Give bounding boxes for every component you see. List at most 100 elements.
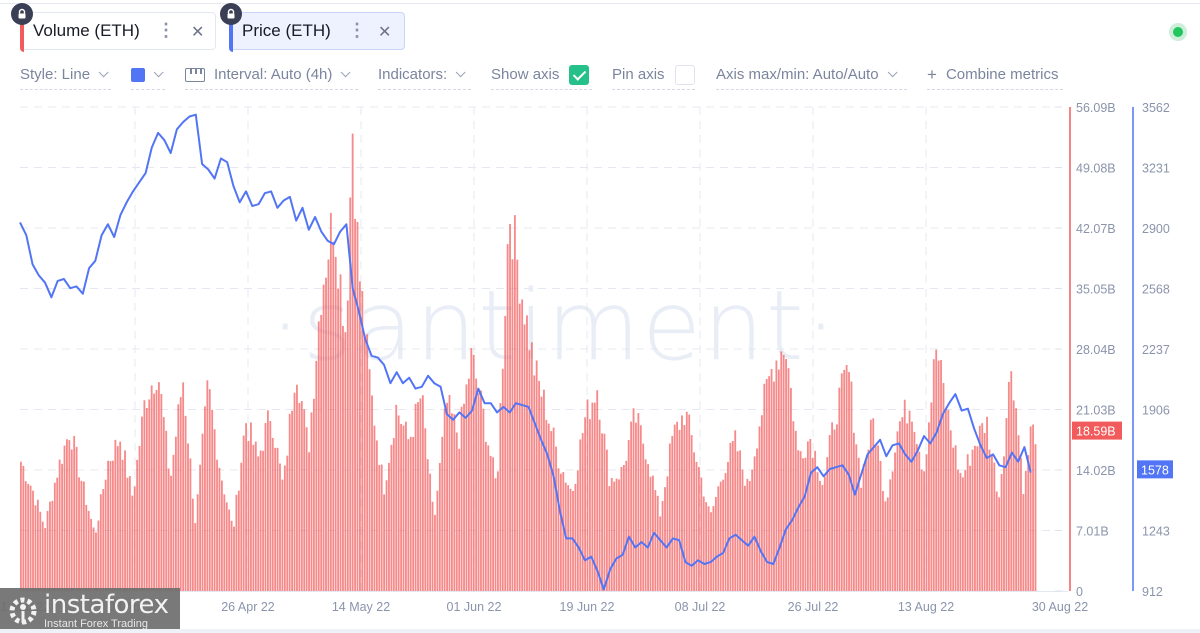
volume-bar — [734, 430, 737, 591]
volume-bar — [915, 444, 918, 591]
volume-bar — [235, 494, 238, 591]
volume-bar — [683, 425, 686, 591]
volume-bar — [947, 409, 950, 591]
volume-bar — [51, 500, 54, 591]
close-icon[interactable]: ✕ — [378, 22, 391, 42]
volume-bar — [911, 421, 913, 591]
color-picker-dropdown[interactable] — [131, 62, 165, 90]
volume-bar — [24, 481, 27, 591]
style-dropdown[interactable]: Style: Line — [20, 62, 111, 90]
volume-bar — [702, 496, 705, 591]
volume-bar — [639, 425, 642, 591]
show-axis-checkbox[interactable] — [569, 64, 590, 85]
volume-bar — [383, 494, 386, 591]
volume-bar — [426, 459, 429, 591]
volume-bar — [727, 462, 729, 591]
volume-tick-label: 0 — [1076, 585, 1083, 599]
volume-bar — [625, 460, 628, 591]
volume-bar — [448, 394, 451, 591]
volume-bar — [736, 451, 739, 591]
volume-bar — [44, 528, 47, 591]
interval-dropdown[interactable]: Interval: Auto (4h) — [185, 62, 358, 90]
volume-bar — [211, 409, 214, 591]
volume-bar — [196, 494, 199, 591]
volume-bar — [836, 424, 838, 591]
x-tick-label: 01 Jun 22 — [447, 600, 502, 614]
volume-bar — [167, 468, 170, 591]
volume-bar — [654, 490, 657, 591]
volume-bar — [177, 404, 180, 591]
volume-bar — [681, 415, 683, 591]
volume-bar — [530, 342, 533, 591]
pin-axis-checkbox[interactable] — [674, 64, 695, 85]
volume-bar — [85, 504, 88, 591]
volume-bar — [179, 397, 182, 591]
volume-bar — [172, 454, 175, 591]
volume-bar — [296, 384, 298, 591]
volume-bar — [879, 460, 882, 591]
volume-bar — [559, 473, 562, 591]
metric-chip-volume[interactable]: Volume (ETH) ⋮ ✕ — [20, 12, 216, 52]
volume-bar — [668, 443, 671, 591]
volume-bar — [620, 467, 623, 591]
bottom-strip — [0, 629, 1200, 633]
volume-bar — [923, 471, 926, 591]
volume-bar — [618, 479, 620, 591]
volume-bar — [605, 449, 608, 591]
volume-bar — [535, 360, 538, 591]
volume-bar — [155, 390, 158, 591]
volume-bar — [492, 457, 494, 591]
combine-metrics-button[interactable]: + Combine metrics — [927, 62, 1063, 90]
volume-bar — [291, 410, 294, 591]
volume-bar — [598, 419, 601, 591]
axis-minmax-dropdown[interactable]: Axis max/min: Auto/Auto — [716, 62, 907, 90]
x-tick-label: 08 Jul 22 — [675, 600, 726, 614]
metric-chip-price[interactable]: Price (ETH) ⋮ ✕ — [229, 12, 405, 52]
volume-bar — [673, 424, 676, 591]
volume-bar — [986, 416, 988, 591]
volume-bar — [903, 399, 906, 591]
volume-bar — [882, 491, 884, 591]
volume-bar — [632, 408, 635, 591]
volume-bar — [797, 450, 800, 591]
volume-bar — [402, 425, 405, 591]
indicators-dropdown[interactable]: Indicators: — [378, 62, 471, 90]
volume-bar — [908, 410, 911, 591]
volume-bar — [862, 464, 865, 591]
volume-bar — [644, 459, 647, 591]
volume-bar — [70, 449, 73, 591]
volume-bar — [930, 402, 933, 591]
volume-bar — [373, 425, 376, 591]
volume-bar — [937, 360, 940, 591]
volume-bar — [218, 467, 221, 591]
volume-bar — [920, 469, 923, 591]
volume-bar — [257, 456, 260, 591]
volume-bar — [993, 462, 996, 591]
volume-bar — [29, 485, 32, 591]
volume-bar — [230, 520, 233, 591]
volume-bar — [344, 332, 347, 591]
pin-axis-toggle[interactable]: Pin axis — [612, 62, 695, 90]
volume-bar — [114, 439, 117, 591]
volume-bar — [438, 463, 441, 591]
chevron-down-icon — [98, 67, 109, 78]
volume-bar — [489, 455, 492, 591]
indicators-label: Indicators: — [378, 66, 448, 83]
volume-tick-label: 14.02B — [1076, 464, 1116, 478]
volume-bar — [245, 423, 248, 591]
volume-bar — [610, 477, 613, 591]
volume-bar — [264, 423, 267, 591]
more-vertical-icon[interactable]: ⋮ — [348, 20, 366, 41]
volume-bar — [22, 465, 25, 591]
close-icon[interactable]: ✕ — [191, 22, 204, 42]
more-vertical-icon[interactable]: ⋮ — [157, 20, 175, 41]
chart-canvas[interactable]: 56.09B 49.08B 42.07B 35.05B 28.04B 21.03B 14.0… — [0, 95, 1200, 615]
price-tick-label: 1906 — [1142, 403, 1170, 417]
metric-label: Price (ETH) — [242, 21, 331, 40]
volume-bar — [523, 324, 526, 591]
volume-bar — [949, 430, 952, 591]
volume-bar — [782, 355, 785, 591]
show-axis-toggle[interactable]: Show axis — [491, 62, 592, 90]
volume-bar — [233, 526, 235, 591]
volume-bar — [46, 510, 49, 591]
